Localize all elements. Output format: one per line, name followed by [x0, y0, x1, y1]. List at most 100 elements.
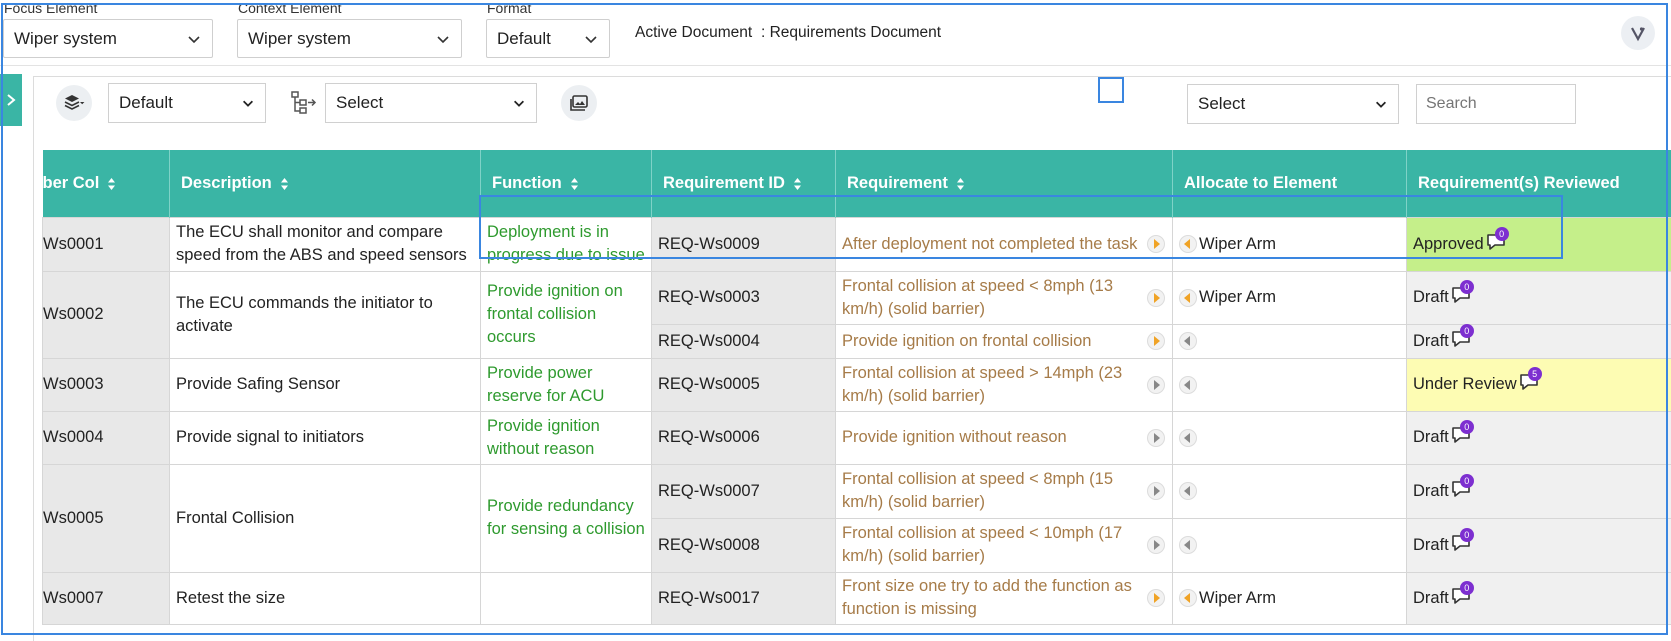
- requirement-cell[interactable]: Frontal collision at speed < 10mph (17 k…: [835, 517, 1173, 573]
- back-icon[interactable]: [1179, 428, 1197, 447]
- allocate-cell[interactable]: [1172, 357, 1407, 412]
- sort-icon[interactable]: [793, 177, 802, 191]
- allocate-cell[interactable]: [1172, 463, 1407, 519]
- play-icon[interactable]: [1147, 375, 1165, 394]
- focus-element-select[interactable]: Wiper system: [3, 19, 213, 58]
- column-header[interactable]: Function: [480, 150, 652, 217]
- back-icon[interactable]: [1179, 482, 1197, 500]
- play-icon[interactable]: [1147, 235, 1165, 253]
- review-status-cell[interactable]: Under Review 5: [1406, 357, 1671, 412]
- play-icon[interactable]: [1147, 428, 1165, 447]
- comment-icon[interactable]: 0: [1451, 527, 1474, 554]
- description-cell[interactable]: Provide Safing Sensor: [169, 357, 481, 412]
- sort-icon[interactable]: [570, 177, 579, 191]
- back-icon[interactable]: [1179, 589, 1197, 607]
- column-header[interactable]: Requirement(s) Reviewed: [1406, 150, 1671, 217]
- table-row[interactable]: Ws0004 Provide signal to initiators Provid…: [42, 410, 1671, 465]
- column-header[interactable]: Allocate to Element: [1172, 150, 1407, 217]
- format-select[interactable]: Default: [486, 19, 610, 58]
- requirement-cell[interactable]: Provide ignition on frontal collision: [835, 323, 1173, 359]
- description-text: The ECU commands the initiator to activa…: [176, 293, 433, 335]
- side-panel-toggle[interactable]: [0, 74, 22, 126]
- sort-icon[interactable]: [280, 177, 289, 191]
- sort-icon[interactable]: [956, 177, 965, 191]
- function-cell[interactable]: Provide ignition without reason: [480, 410, 652, 465]
- function-cell[interactable]: [480, 571, 652, 625]
- comment-icon[interactable]: 0: [1451, 420, 1474, 446]
- review-status-cell[interactable]: Draft 0: [1406, 571, 1671, 625]
- table-row[interactable]: Ws0002 The ECU commands the initiator to …: [42, 270, 1671, 359]
- description-cell[interactable]: Provide signal to initiators: [169, 410, 481, 465]
- allocate-text: Wiper Arm: [1199, 588, 1277, 607]
- play-icon[interactable]: [1147, 288, 1165, 307]
- hierarchy-icon[interactable]: [291, 91, 317, 120]
- column-header[interactable]: ber Col: [42, 150, 170, 217]
- comment-icon[interactable]: 0: [1486, 226, 1509, 253]
- description-text: Provide signal to initiators: [176, 428, 365, 446]
- table-row[interactable]: Ws0007 Retest the size REQ-Ws0017 Front siz…: [42, 571, 1671, 625]
- comment-icon[interactable]: 5: [1519, 367, 1542, 393]
- requirement-cell[interactable]: Provide ignition without reason: [835, 410, 1173, 465]
- comment-icon[interactable]: 0: [1451, 473, 1474, 500]
- function-cell[interactable]: Provide ignition on frontal collision oc…: [480, 270, 652, 359]
- review-status-cell[interactable]: Draft 0: [1406, 517, 1671, 573]
- requirement-cell[interactable]: Frontal collision at speed < 8mph (15 km…: [835, 463, 1173, 519]
- column-header[interactable]: Description: [169, 150, 481, 217]
- description-cell[interactable]: The ECU shall monitor and compare speed …: [169, 216, 481, 272]
- description-cell[interactable]: The ECU commands the initiator to activa…: [169, 270, 481, 359]
- active-document-label: Active Document: [635, 24, 753, 41]
- column-header[interactable]: Requirement: [835, 150, 1173, 217]
- hierarchy-select[interactable]: Select: [325, 83, 537, 123]
- search-input[interactable]: [1416, 84, 1576, 124]
- comment-icon[interactable]: 0: [1451, 280, 1474, 306]
- context-element-select[interactable]: Wiper system: [237, 19, 462, 58]
- sort-icon[interactable]: [107, 177, 116, 191]
- function-cell[interactable]: Provide redundancy for sensing a collisi…: [480, 463, 652, 573]
- play-icon[interactable]: [1147, 482, 1165, 500]
- selection-box[interactable]: [1098, 77, 1124, 103]
- requirement-cell[interactable]: After deployment not completed the task: [835, 216, 1173, 272]
- back-icon[interactable]: [1179, 375, 1197, 394]
- allocate-cell[interactable]: Wiper Arm: [1172, 216, 1407, 272]
- review-status-cell[interactable]: Approved 0: [1406, 216, 1671, 272]
- chevron-down-icon: [243, 100, 253, 107]
- chevron-down-icon: [585, 35, 597, 43]
- back-icon[interactable]: [1179, 288, 1197, 307]
- requirement-cell[interactable]: Frontal collision at speed < 8mph (13 km…: [835, 270, 1173, 325]
- allocate-cell[interactable]: [1172, 410, 1407, 465]
- play-icon[interactable]: [1147, 332, 1165, 350]
- play-icon[interactable]: [1147, 589, 1165, 607]
- table-row[interactable]: Ws0003 Provide Safing Sensor Provide power…: [42, 357, 1671, 412]
- view-select[interactable]: Default: [108, 83, 266, 123]
- review-status-cell[interactable]: Draft 0: [1406, 410, 1671, 465]
- play-icon[interactable]: [1147, 536, 1165, 554]
- comment-count-badge: 0: [1459, 527, 1474, 542]
- filter-select[interactable]: Select: [1187, 84, 1399, 124]
- requirement-cell[interactable]: Front size one try to add the function a…: [835, 571, 1173, 625]
- review-status-cell[interactable]: Draft 0: [1406, 463, 1671, 519]
- comment-icon[interactable]: 0: [1451, 323, 1474, 350]
- allocate-cell[interactable]: Wiper Arm: [1172, 270, 1407, 325]
- table-row[interactable]: Ws0005 Frontal Collision Provide redundanc…: [42, 463, 1671, 573]
- allocate-cell[interactable]: [1172, 517, 1407, 573]
- review-status-cell[interactable]: Draft 0: [1406, 270, 1671, 325]
- comment-icon[interactable]: 0: [1451, 580, 1474, 607]
- back-icon[interactable]: [1179, 332, 1197, 350]
- layers-button[interactable]: [56, 85, 92, 121]
- review-status-cell[interactable]: Draft 0: [1406, 323, 1671, 359]
- image-button[interactable]: [561, 85, 597, 121]
- number-text: Ws0001: [43, 234, 104, 253]
- function-cell[interactable]: Provide power reserve for ACU: [480, 357, 652, 412]
- function-cell[interactable]: Deployment is in progress due to issue: [480, 216, 652, 272]
- description-cell[interactable]: Frontal Collision: [169, 463, 481, 573]
- column-header[interactable]: Requirement ID: [651, 150, 836, 217]
- number-text: Ws0002: [43, 305, 104, 323]
- vee-icon[interactable]: [1621, 16, 1655, 50]
- back-icon[interactable]: [1179, 536, 1197, 554]
- description-cell[interactable]: Retest the size: [169, 571, 481, 625]
- table-row[interactable]: Ws0001 The ECU shall monitor and compare …: [42, 216, 1671, 272]
- back-icon[interactable]: [1179, 235, 1197, 253]
- allocate-cell[interactable]: Wiper Arm: [1172, 571, 1407, 625]
- requirement-cell[interactable]: Frontal collision at speed > 14mph (23 k…: [835, 357, 1173, 412]
- allocate-cell[interactable]: [1172, 323, 1407, 359]
